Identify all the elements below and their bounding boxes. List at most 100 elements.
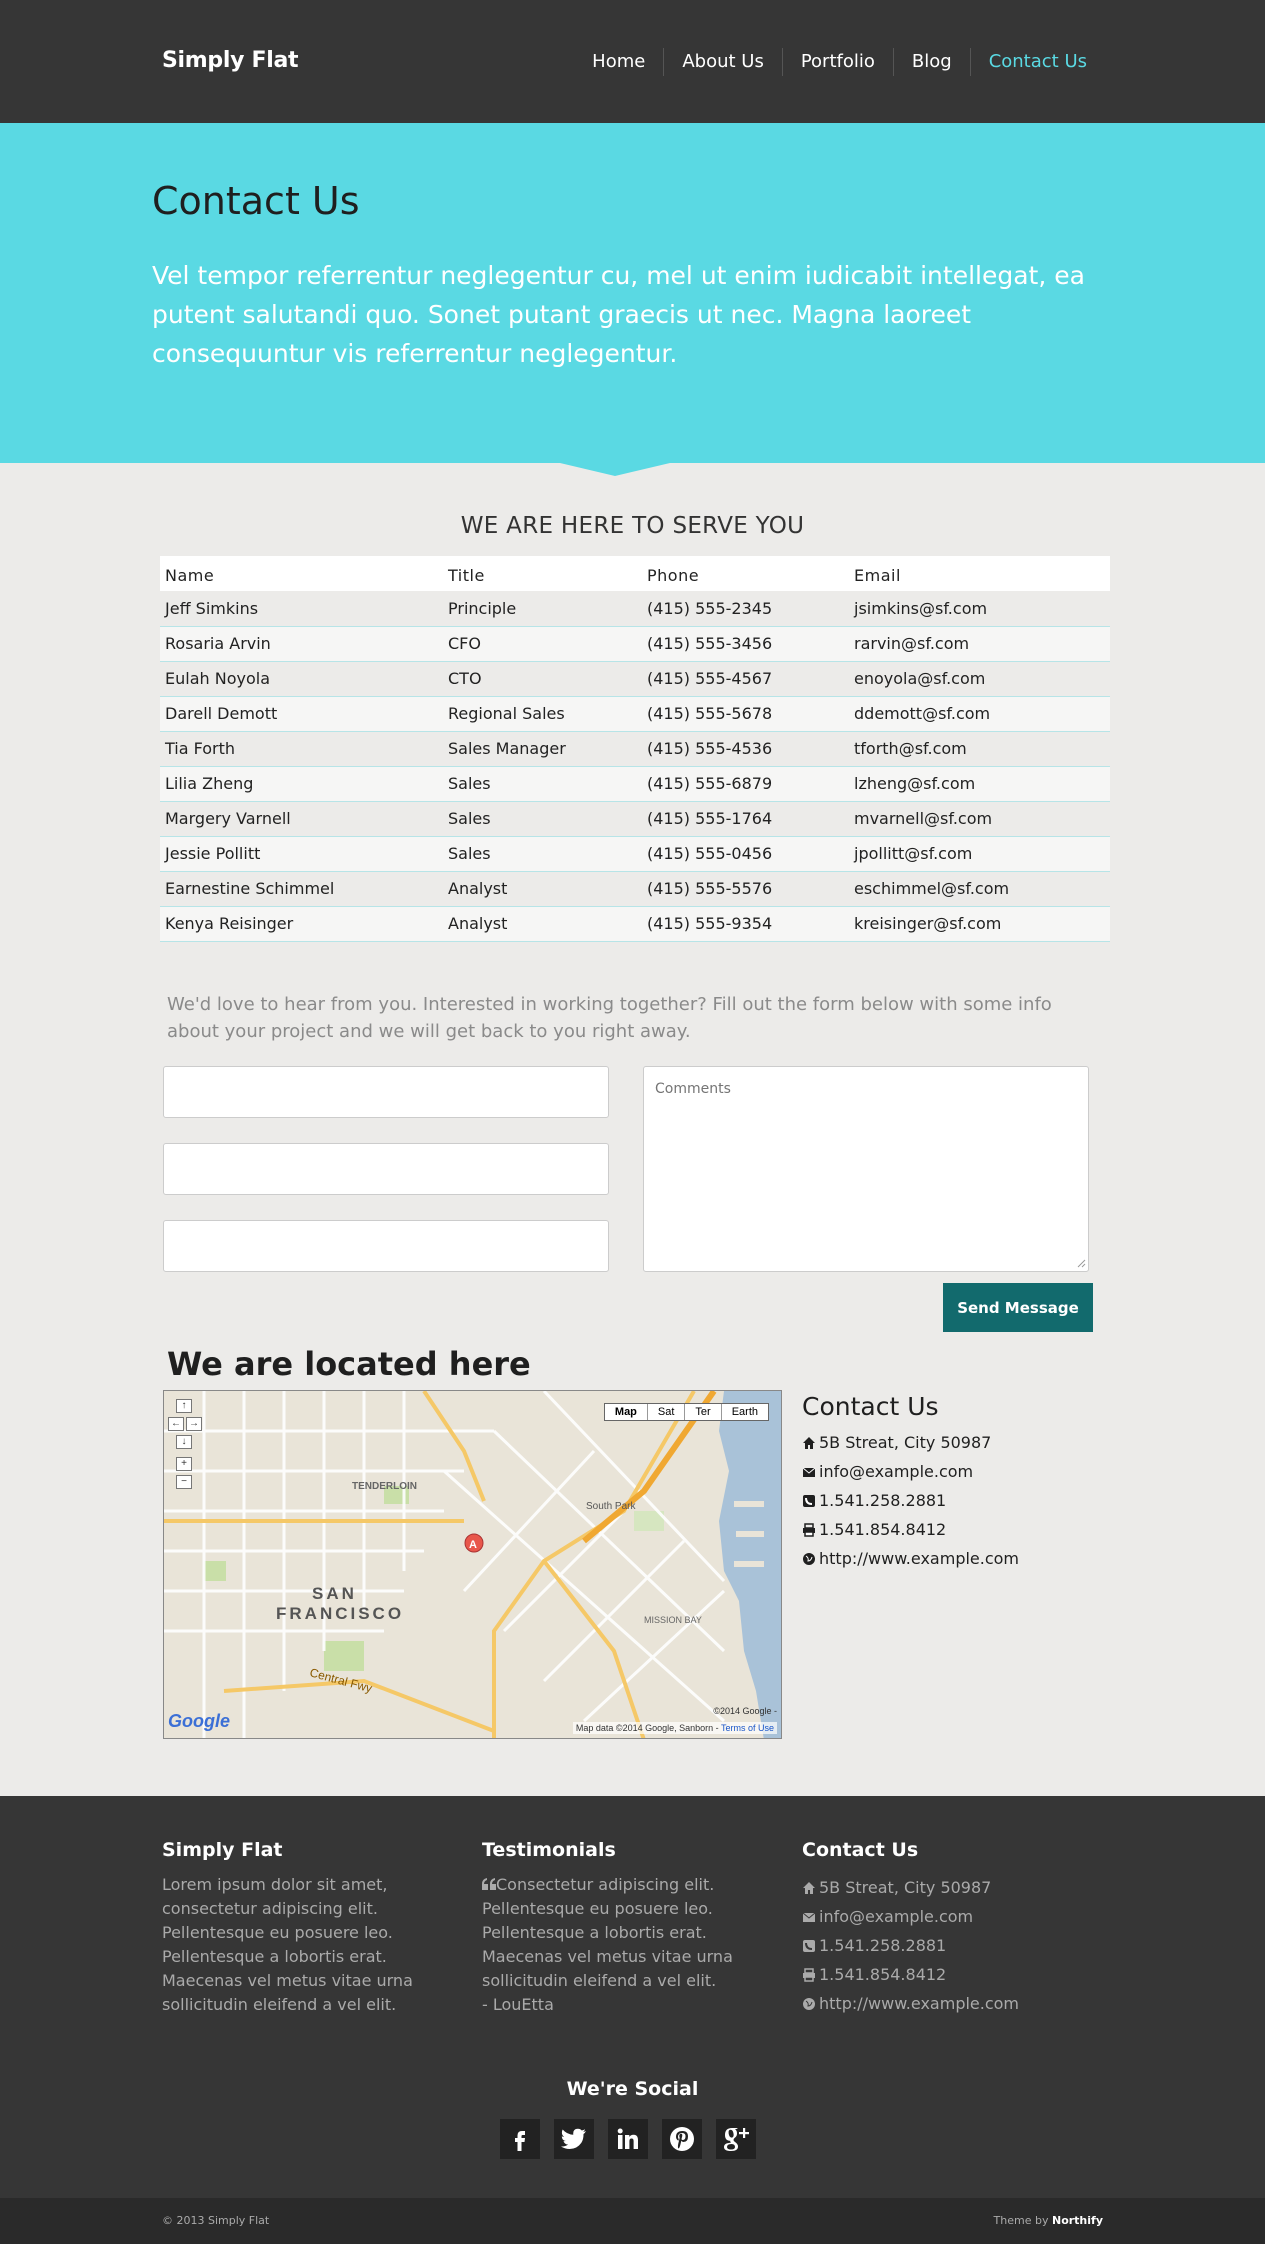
- cell-name: Tia Forth: [160, 731, 443, 767]
- nav-portfolio[interactable]: Portfolio: [781, 48, 893, 76]
- brand-logo[interactable]: Simply Flat: [162, 48, 299, 73]
- map-label-district: TENDERLOIN: [352, 1481, 417, 1492]
- website-text[interactable]: http://www.example.com: [819, 1544, 1019, 1573]
- footer-testimonials: Testimonials Consectetur adipiscing elit…: [482, 1839, 782, 2017]
- footer-email-line: info@example.com: [802, 1902, 1102, 1931]
- pan-up-icon[interactable]: ↑: [176, 1399, 192, 1413]
- nav-blog[interactable]: Blog: [892, 48, 970, 76]
- map-label-city1: SAN: [312, 1584, 357, 1603]
- cell-name: Earnestine Schimmel: [160, 871, 443, 907]
- cell-title: Analyst: [443, 871, 642, 907]
- linkedin-button[interactable]: [608, 2119, 648, 2159]
- map-type-sat[interactable]: Sat: [646, 1404, 685, 1420]
- footer: Simply Flat Lorem ipsum dolor sit amet, …: [0, 1796, 1265, 2198]
- cell-phone: (415) 555-0456: [642, 836, 849, 872]
- cell-email: tforth@sf.com: [849, 731, 1110, 767]
- pinterest-button[interactable]: [662, 2119, 702, 2159]
- map-type-map[interactable]: Map: [605, 1404, 647, 1420]
- facebook-icon: [515, 2131, 525, 2151]
- nav-about-us[interactable]: About Us: [663, 48, 782, 76]
- facebook-button[interactable]: [500, 2119, 540, 2159]
- globe-icon: [803, 1552, 815, 1565]
- footer-address-line: 5B Streat, City 50987: [802, 1873, 1102, 1902]
- cell-title: Sales: [443, 836, 642, 872]
- cell-title: Analyst: [443, 906, 642, 942]
- subject-input[interactable]: [163, 1220, 609, 1272]
- pinterest-icon: [670, 2127, 694, 2151]
- column-header-name: Name: [160, 556, 443, 591]
- hero-arrow: [560, 463, 670, 476]
- bottom-bar: © 2013 Simply Flat Theme by Northify: [0, 2198, 1265, 2244]
- twitter-button[interactable]: [554, 2119, 594, 2159]
- cell-email: rarvin@sf.com: [849, 626, 1110, 662]
- cell-title: Sales: [443, 766, 642, 802]
- table-row: Earnestine Schimmel Analyst (415) 555-55…: [160, 871, 1110, 907]
- footer-website-text[interactable]: http://www.example.com: [819, 1989, 1019, 2018]
- pan-left-icon[interactable]: ←: [168, 1417, 184, 1431]
- theme-credit: Theme by Northify: [994, 2214, 1103, 2227]
- cell-email: jsimkins@sf.com: [849, 591, 1110, 627]
- cell-phone: (415) 555-5678: [642, 696, 849, 732]
- zoom-out-icon[interactable]: −: [176, 1475, 192, 1489]
- cell-phone: (415) 555-4536: [642, 731, 849, 767]
- terms-of-use-link[interactable]: Terms of Use: [721, 1723, 774, 1733]
- send-message-button[interactable]: Send Message: [943, 1283, 1093, 1332]
- map-attribution: Map data ©2014 Google, Sanborn - Terms o…: [572, 1722, 777, 1734]
- nav-contact-us[interactable]: Contact Us: [969, 48, 1087, 76]
- phone-text: 1.541.258.2881: [819, 1491, 947, 1510]
- comments-textarea[interactable]: [643, 1066, 1089, 1272]
- map-tiles: SAN FRANCISCO TENDERLOIN South Park MISS…: [164, 1391, 781, 1738]
- footer-email-text[interactable]: info@example.com: [819, 1902, 973, 1931]
- cell-phone: (415) 555-2345: [642, 591, 849, 627]
- email-text[interactable]: info@example.com: [819, 1457, 973, 1486]
- cell-phone: (415) 555-4567: [642, 661, 849, 697]
- testimonial-author: - LouEtta: [482, 1995, 554, 2014]
- map-type-earth[interactable]: Earth: [720, 1404, 768, 1420]
- phone-icon: [803, 1494, 815, 1507]
- footer-testimonials-title: Testimonials: [482, 1839, 616, 1861]
- map-type-ter[interactable]: Ter: [684, 1404, 720, 1420]
- name-input[interactable]: [163, 1066, 609, 1118]
- cell-email: mvarnell@sf.com: [849, 801, 1110, 837]
- table-row: Jeff Simkins Principle (415) 555-2345 js…: [160, 591, 1110, 627]
- map-label-mission-bay: MISSION BAY: [644, 1615, 702, 1625]
- table-row: Tia Forth Sales Manager (415) 555-4536 t…: [160, 731, 1110, 767]
- pan-right-icon[interactable]: →: [186, 1417, 202, 1431]
- google-plus-button[interactable]: [716, 2119, 756, 2159]
- google-map[interactable]: SAN FRANCISCO TENDERLOIN South Park MISS…: [163, 1390, 782, 1739]
- theme-author-link[interactable]: Northify: [1052, 2214, 1103, 2227]
- zoom-in-icon[interactable]: +: [176, 1457, 192, 1471]
- footer-address-text: 5B Streat, City 50987: [819, 1878, 992, 1897]
- copyright-text: © 2013 Simply Flat: [162, 2214, 270, 2227]
- map-marker-label: A: [469, 1539, 477, 1551]
- website-line: http://www.example.com: [802, 1544, 1019, 1573]
- cell-email: eschimmel@sf.com: [849, 871, 1110, 907]
- resize-handle-icon[interactable]: [1076, 1258, 1086, 1268]
- footer-contact: Contact Us 5B Streat, City 50987 info@ex…: [802, 1839, 1102, 2018]
- team-section-title: WE ARE HERE TO SERVE YOU: [460, 513, 805, 539]
- pan-down-icon[interactable]: ↓: [176, 1435, 192, 1449]
- cell-name: Margery Varnell: [160, 801, 443, 837]
- email-input[interactable]: [163, 1143, 609, 1195]
- footer-website-line: http://www.example.com: [802, 1989, 1102, 2018]
- google-plus-icon: [724, 2128, 749, 2151]
- footer-phone-text: 1.541.258.2881: [819, 1936, 947, 1955]
- table-row: Eulah Noyola CTO (415) 555-4567 enoyola@…: [160, 661, 1110, 697]
- footer-phone-line: 1.541.258.2881: [802, 1931, 1102, 1960]
- cell-email: ddemott@sf.com: [849, 696, 1110, 732]
- home-icon: [803, 1436, 815, 1449]
- table-header-row: Name Title Phone Email: [160, 556, 1110, 591]
- map-label-city2: FRANCISCO: [276, 1604, 404, 1623]
- cell-title: Regional Sales: [443, 696, 642, 732]
- nav-home[interactable]: Home: [574, 48, 663, 76]
- main-nav: Home About Us Portfolio Blog Contact Us: [574, 48, 1087, 76]
- cell-name: Jeff Simkins: [160, 591, 443, 627]
- address-text: 5B Streat, City 50987: [819, 1433, 992, 1452]
- phone-line: 1.541.258.2881: [802, 1486, 1019, 1515]
- quote-icon: [482, 1878, 496, 1890]
- form-intro-text: We'd love to hear from you. Interested i…: [167, 994, 1052, 1042]
- footer-fax-line: 1.541.854.8412: [802, 1960, 1102, 1989]
- table-row: Rosaria Arvin CFO (415) 555-3456 rarvin@…: [160, 626, 1110, 662]
- cell-phone: (415) 555-9354: [642, 906, 849, 942]
- home-icon: [803, 1881, 815, 1894]
